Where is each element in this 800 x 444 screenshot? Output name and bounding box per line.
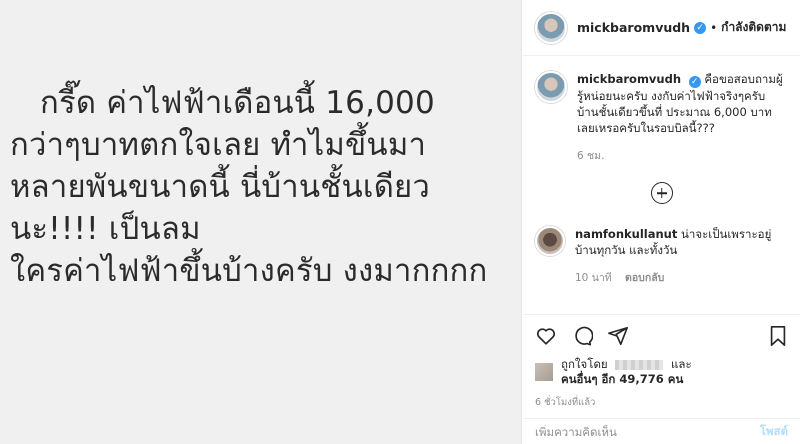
liker-name-blurred[interactable] bbox=[615, 359, 664, 370]
likes-prefix: ถูกใจโดย bbox=[561, 357, 608, 371]
post-line-4: นะ!!!! เป็นลม bbox=[10, 211, 201, 247]
comment-time[interactable]: 10 นาที bbox=[575, 272, 612, 284]
post-line-2: กว่าๆบาทตกใจเลย ทำไมขึ้นมา bbox=[10, 127, 427, 163]
bookmark-icon[interactable] bbox=[768, 325, 788, 347]
post-header: mickbaromvudh ✓ • กำลังติดตาม bbox=[523, 0, 800, 56]
post-details-panel: mickbaromvudh ✓ • กำลังติดตาม mickbaromv… bbox=[523, 0, 800, 444]
reply-button[interactable]: ตอบกลับ bbox=[625, 272, 664, 284]
post-timestamp[interactable]: 6 ชั่วโมงที่แล้ว bbox=[535, 395, 788, 410]
post-comment-button[interactable]: โพสต์ bbox=[760, 423, 788, 441]
post-line-5: ใครค่าไฟฟ้าขึ้นบ้างครับ งงมากกกก bbox=[10, 253, 488, 289]
likes-count-link[interactable]: คนอื่นๆ อีก 49,776 คน bbox=[561, 372, 683, 386]
plus-circle-icon[interactable] bbox=[650, 182, 673, 204]
separator-dot: • bbox=[710, 20, 718, 35]
post-image-text: กรี๊ด ค่าไฟฟ้าเดือนนี้ 16,000 กว่าๆบาทตก… bbox=[10, 82, 515, 292]
verified-badge-icon: ✓ bbox=[694, 21, 707, 34]
caption-avatar[interactable] bbox=[535, 71, 567, 103]
likes-summary: ถูกใจโดย และ คนอื่นๆ อีก 49,776 คน bbox=[535, 357, 788, 387]
caption-username[interactable]: mickbaromvudh bbox=[577, 72, 681, 86]
caption: mickbaromvudh ✓ คือขอสอบถามผู้รู้หน่อยนะ… bbox=[523, 57, 800, 164]
comment-username[interactable]: namfonkullanut bbox=[575, 227, 677, 241]
post-line-1: กรี๊ด ค่าไฟฟ้าเดือนนี้ 16,000 bbox=[40, 85, 435, 121]
heart-icon[interactable] bbox=[535, 325, 557, 347]
post-image[interactable]: กรี๊ด ค่าไฟฟ้าเดือนนี้ 16,000 กว่าๆบาทตก… bbox=[0, 0, 522, 444]
comment-input[interactable] bbox=[535, 424, 754, 439]
post-actions: ถูกใจโดย และ คนอื่นๆ อีก 49,776 คน 6 ชั่… bbox=[523, 314, 800, 410]
liker-avatar[interactable] bbox=[535, 363, 553, 381]
likes-and: และ bbox=[670, 357, 692, 371]
post-line-3: หลายพันขนาดนี้ นี่บ้านชั้นเดียว bbox=[10, 169, 430, 205]
avatar[interactable] bbox=[535, 11, 567, 44]
comment-item: namfonkullanut น่าจะเป็นเพราะอยู่บ้านทุก… bbox=[523, 204, 800, 286]
header-username[interactable]: mickbaromvudh bbox=[577, 20, 690, 35]
verified-badge-icon: ✓ bbox=[688, 76, 701, 88]
share-icon[interactable] bbox=[607, 325, 629, 347]
commenter-avatar[interactable] bbox=[535, 226, 565, 256]
add-comment-bar: โพสต์ bbox=[523, 418, 800, 444]
comments-section[interactable]: mickbaromvudh ✓ คือขอสอบถามผู้รู้หน่อยนะ… bbox=[523, 57, 800, 312]
caption-time[interactable]: 6 ชม. bbox=[577, 150, 604, 162]
comment-icon[interactable] bbox=[571, 325, 593, 347]
following-button[interactable]: กำลังติดตาม bbox=[721, 18, 786, 37]
